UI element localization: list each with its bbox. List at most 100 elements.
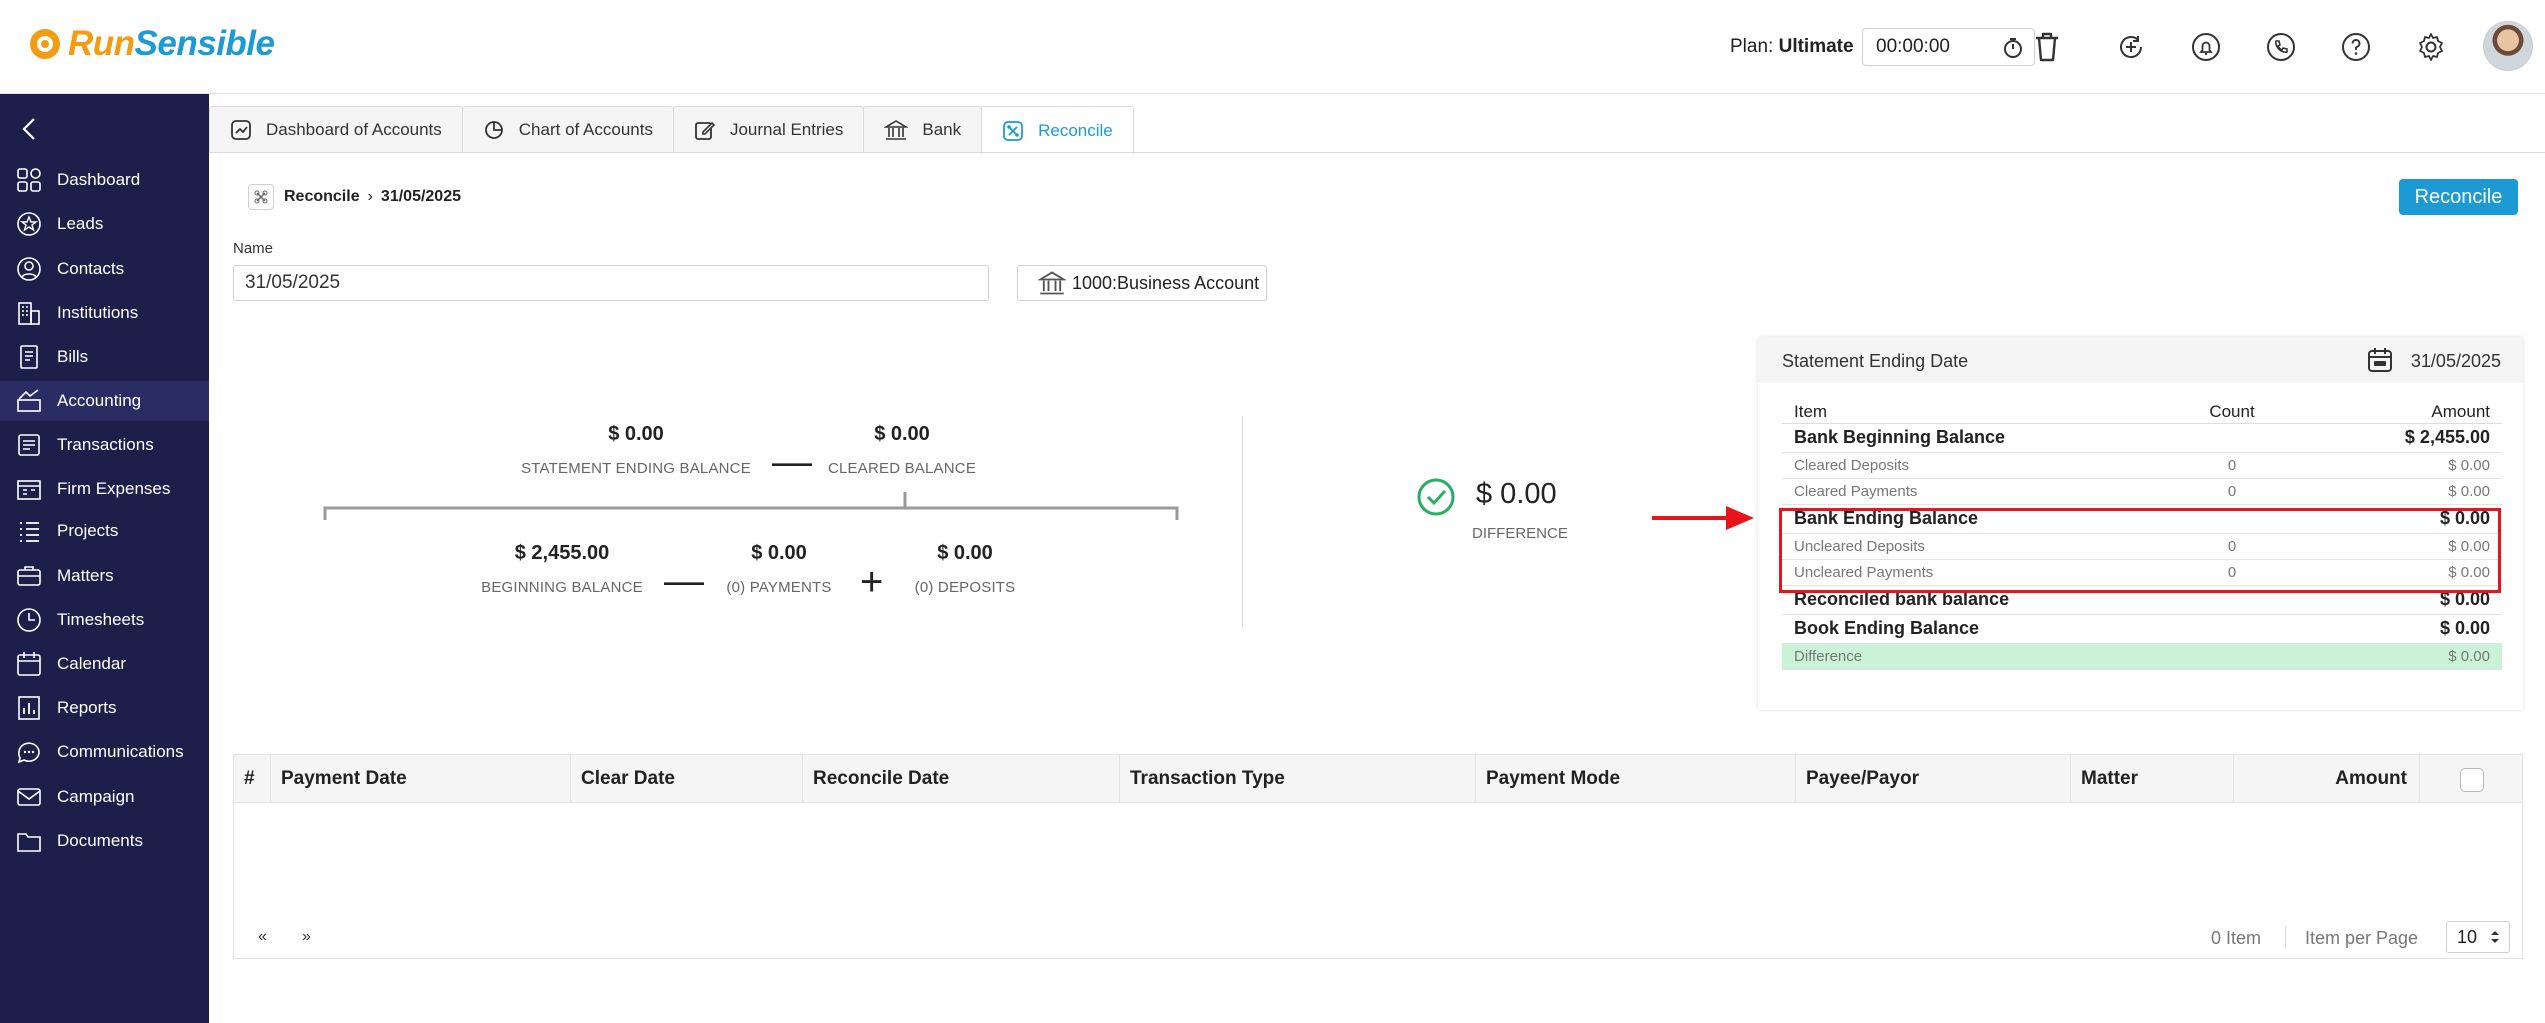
col-clear-date[interactable]: Clear Date (571, 755, 803, 803)
statement-ending-balance-value: $ 0.00 (608, 423, 664, 445)
check-circle-icon (1416, 477, 1456, 517)
deposits-label: (0) DEPOSITS (914, 579, 1016, 596)
statement-row-item: Book Ending Balance (1782, 614, 2172, 644)
tab-chart-of-accounts[interactable]: Chart of Accounts (461, 106, 674, 153)
tab-journal-entries[interactable]: Journal Entries (672, 106, 865, 153)
accounting-icon (14, 386, 44, 416)
col-payment-date[interactable]: Payment Date (271, 755, 571, 803)
payments-label: (0) PAYMENTS (726, 579, 832, 596)
sidebar-item-leads[interactable]: Leads (0, 204, 209, 244)
account-label: 1000:Business Account (1072, 272, 1260, 293)
logo[interactable]: RunSensible (28, 24, 275, 64)
list-icon (14, 516, 44, 546)
reconcile-button[interactable]: Reconcile (2399, 179, 2518, 215)
breadcrumb-root[interactable]: Reconcile (284, 188, 360, 206)
tab-reconcile[interactable]: Reconcile (981, 106, 1134, 154)
account-selector[interactable]: 1000:Business Account (1017, 265, 1267, 301)
sidebar-item-accounting[interactable]: Accounting (0, 381, 209, 421)
items-per-page-select[interactable]: 10 (2446, 921, 2510, 953)
sidebar-item-reports[interactable]: Reports (0, 688, 209, 728)
sidebar-item-label: Institutions (57, 303, 139, 322)
reconcile-icon (248, 184, 274, 210)
stopwatch-icon[interactable] (2002, 37, 2024, 59)
user-avatar[interactable] (2483, 21, 2533, 71)
logo-icon (30, 29, 60, 59)
statement-row-item: Cleared Deposits (1782, 452, 2172, 479)
tab-dashboard-of-accounts[interactable]: Dashboard of Accounts (209, 106, 463, 153)
statement-row-amount: $ 0.00 (2292, 614, 2502, 644)
statement-row-count: 0 (2172, 478, 2292, 505)
col-item: Item (1782, 401, 2172, 424)
red-arrow-annotation (1652, 503, 1756, 533)
col-transaction-type[interactable]: Transaction Type (1120, 755, 1476, 803)
col-amount: Amount (2292, 401, 2502, 424)
col-payee-payor[interactable]: Payee/Payor (1796, 755, 2071, 803)
bell-icon[interactable] (2186, 27, 2226, 67)
col-amount[interactable]: Amount (2234, 755, 2420, 803)
sidebar: Dashboard Leads Contacts Institutions Bills A… (0, 94, 209, 1023)
sidebar-item-communications[interactable]: Communications (0, 732, 209, 772)
sidebar-item-label: Communications (57, 742, 184, 761)
statement-row-count (2172, 614, 2292, 644)
sidebar-item-dashboard[interactable]: Dashboard (0, 160, 209, 200)
pie-icon (483, 119, 505, 141)
help-icon[interactable] (2336, 27, 2376, 67)
folder-icon (14, 826, 44, 856)
trash-icon[interactable] (2027, 27, 2067, 67)
add-time-icon[interactable] (2111, 27, 2151, 67)
timer[interactable]: 00:00:00 (1862, 28, 2035, 66)
statement-ending-date-label: Statement Ending Date (1782, 351, 1969, 371)
cleared-balance-label: CLEARED BALANCE (827, 460, 977, 477)
statement-panel-header: Statement Ending Date 31/05/2025 (1758, 337, 2523, 383)
bank-icon (884, 119, 909, 141)
expenses-icon (14, 474, 44, 504)
sidebar-item-firm-expenses[interactable]: Firm Expenses (0, 469, 209, 509)
items-per-page-label: Item per Page (2305, 928, 2419, 948)
tab-bank[interactable]: Bank (863, 106, 983, 153)
sidebar-item-label: Contacts (57, 259, 125, 278)
statement-row-amount: $ 2,455.00 (2292, 423, 2502, 453)
sidebar-item-label: Matters (57, 566, 114, 585)
settings-icon[interactable] (2411, 27, 2451, 67)
sidebar-item-matters[interactable]: Matters (0, 556, 209, 596)
sidebar-item-calendar[interactable]: Calendar (0, 644, 209, 684)
col-index[interactable]: # (234, 755, 271, 803)
sidebar-item-bills[interactable]: Bills (0, 337, 209, 377)
sidebar-item-label: Accounting (57, 391, 142, 410)
beginning-balance-value: $ 2,455.00 (514, 542, 610, 564)
col-payment-mode[interactable]: Payment Mode (1476, 755, 1796, 803)
pagination-next[interactable]: » (302, 928, 311, 946)
sidebar-item-transactions[interactable]: Transactions (0, 425, 209, 465)
sidebar-item-contacts[interactable]: Contacts (0, 249, 209, 289)
name-input[interactable] (233, 265, 989, 301)
phone-icon[interactable] (2261, 27, 2301, 67)
sidebar-item-timesheets[interactable]: Timesheets (0, 600, 209, 640)
col-reconcile-date[interactable]: Reconcile Date (803, 755, 1120, 803)
breadcrumb: Reconcile › 31/05/2025 (248, 184, 461, 210)
col-matter[interactable]: Matter (2071, 755, 2234, 803)
sidebar-item-campaign[interactable]: Campaign (0, 777, 209, 817)
statement-row-amount: $ 0.00 (2292, 643, 2502, 670)
sidebar-item-documents[interactable]: Documents (0, 821, 209, 861)
edit-icon (694, 119, 716, 141)
transactions-table: # Payment Date Clear Date Reconcile Date… (233, 754, 2523, 959)
reports-icon (14, 693, 44, 723)
breadcrumb-current: 31/05/2025 (380, 188, 461, 205)
pagination-prev[interactable]: « (258, 928, 267, 946)
sidebar-item-label: Documents (57, 831, 143, 850)
sidebar-item-institutions[interactable]: Institutions (0, 293, 209, 333)
calendar-icon[interactable] (2366, 346, 2394, 374)
minus-operator: — (772, 440, 812, 484)
calendar-icon (14, 649, 44, 679)
pager-divider (2285, 926, 2286, 948)
user-circle-icon (14, 254, 44, 284)
statement-ending-date-value[interactable]: 31/05/2025 (2411, 351, 2501, 372)
beginning-balance-label: BEGINNING BALANCE (481, 579, 643, 596)
cleared-balance-value: $ 0.00 (874, 423, 930, 445)
payments-value: $ 0.00 (751, 542, 807, 564)
collapse-sidebar-icon[interactable] (20, 116, 38, 142)
statement-row-count (2172, 643, 2292, 670)
sidebar-item-projects[interactable]: Projects (0, 511, 209, 551)
statement-row: Cleared Deposits 0 $ 0.00 (1782, 452, 2502, 479)
select-all-checkbox[interactable] (2460, 768, 2484, 792)
